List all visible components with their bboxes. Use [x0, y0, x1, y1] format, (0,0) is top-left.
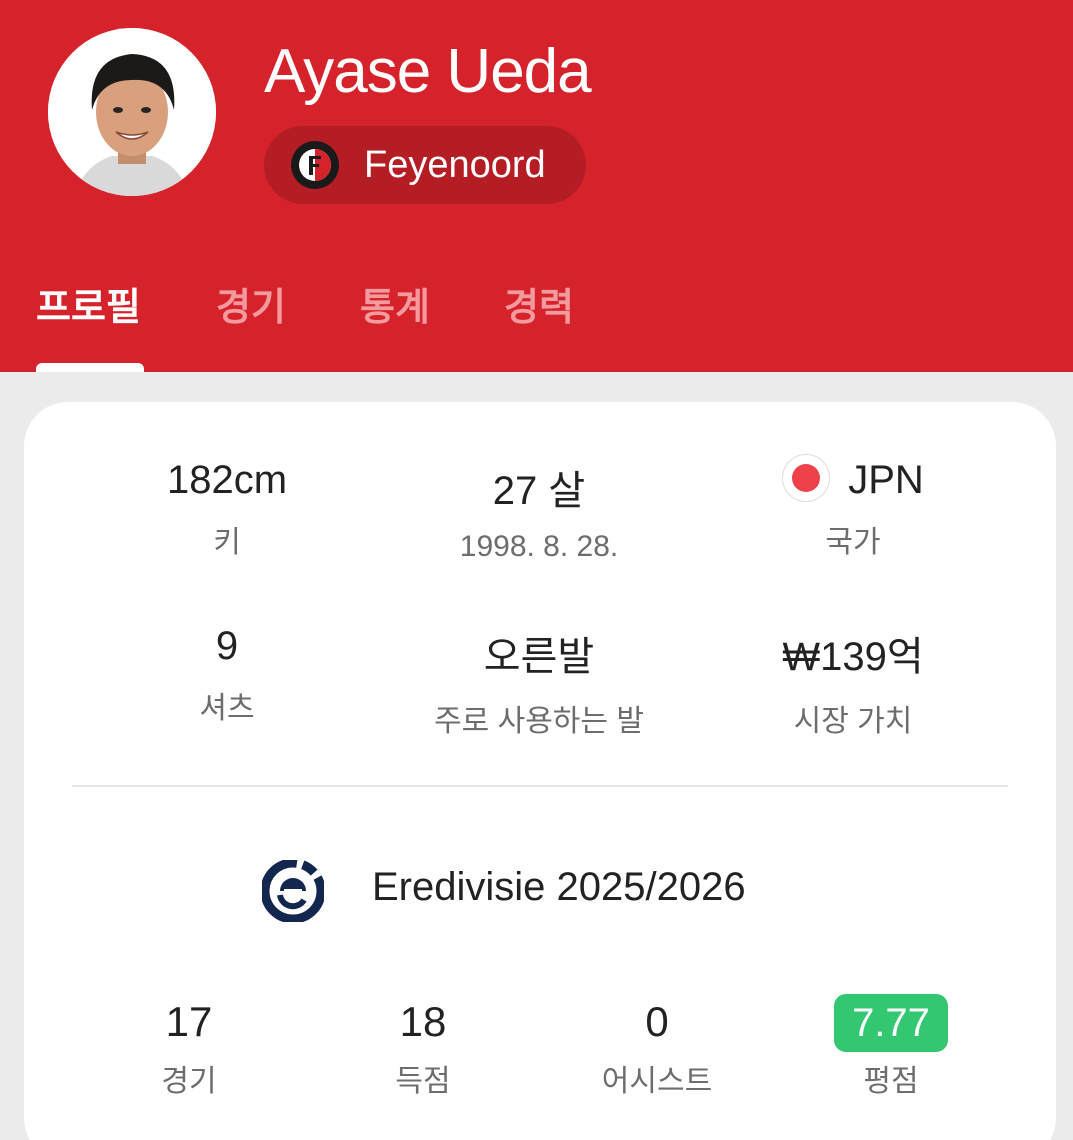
- tab-career[interactable]: 경력: [504, 276, 574, 331]
- market-value-stat: ₩139억 시장 가치: [688, 624, 1018, 740]
- appearances-value: 17: [165, 998, 213, 1045]
- player-header: Ayase Ueda Feyenoord 프로필 경기 통계 경력: [0, 0, 1073, 372]
- profile-card: 182cm 키 27 살 1998. 8. 28. JPN 국가 9 셔츠 오른…: [24, 402, 1056, 1140]
- tab-profile[interactable]: 프로필: [36, 276, 141, 331]
- shirt-number: 9: [215, 624, 239, 668]
- foot-stat: 오른발 주로 사용하는 발: [374, 624, 704, 740]
- goals-label: 득점: [395, 1065, 451, 1098]
- preferred-foot: 오른발: [483, 635, 595, 679]
- player-avatar: [48, 28, 216, 196]
- assists-label: 어시스트: [601, 1065, 713, 1098]
- country-code: JPN: [848, 458, 924, 502]
- tab-stats[interactable]: 통계: [360, 276, 430, 331]
- japan-flag-icon: [782, 454, 831, 503]
- rating-label: 평점: [863, 1065, 919, 1098]
- club-name: Feyenoord: [364, 143, 546, 186]
- age-stat: 27 살 1998. 8. 28.: [374, 458, 704, 564]
- tab-matches[interactable]: 경기: [216, 276, 286, 331]
- country-stat: JPN 국가: [688, 454, 1018, 561]
- appearances-stat: 17 경기: [72, 994, 306, 1100]
- shirt-label: 셔츠: [199, 692, 255, 725]
- height-stat: 182cm 키: [62, 458, 392, 561]
- shirt-stat: 9 셔츠: [62, 624, 392, 727]
- country-label: 국가: [825, 526, 881, 559]
- appearances-label: 경기: [161, 1065, 217, 1098]
- player-name: Ayase Ueda: [264, 37, 592, 106]
- divider: [72, 785, 1008, 787]
- assists-value: 0: [645, 998, 669, 1045]
- height-value: 182cm: [166, 458, 288, 502]
- league-name: Eredivisie 2025/2026: [372, 865, 746, 909]
- age-value: 27 살: [492, 469, 586, 513]
- feyenoord-logo-icon: [290, 140, 340, 190]
- market-value: ₩139억: [782, 635, 924, 679]
- birth-date: 1998. 8. 28.: [459, 530, 619, 563]
- goals-value: 18: [399, 998, 447, 1045]
- club-button[interactable]: Feyenoord: [264, 126, 586, 204]
- height-label: 키: [213, 526, 241, 559]
- preferred-foot-label: 주로 사용하는 발: [434, 705, 644, 738]
- active-tab-indicator: [36, 363, 144, 372]
- goals-stat: 18 득점: [306, 994, 540, 1100]
- rating-badge: 7.77: [834, 994, 948, 1052]
- league-header[interactable]: Eredivisie 2025/2026: [24, 857, 1056, 923]
- market-value-label: 시장 가치: [793, 705, 913, 738]
- eredivisie-logo-icon: [262, 860, 324, 922]
- assists-stat: 0 어시스트: [540, 994, 774, 1100]
- rating-stat: 7.77 평점: [774, 994, 1008, 1100]
